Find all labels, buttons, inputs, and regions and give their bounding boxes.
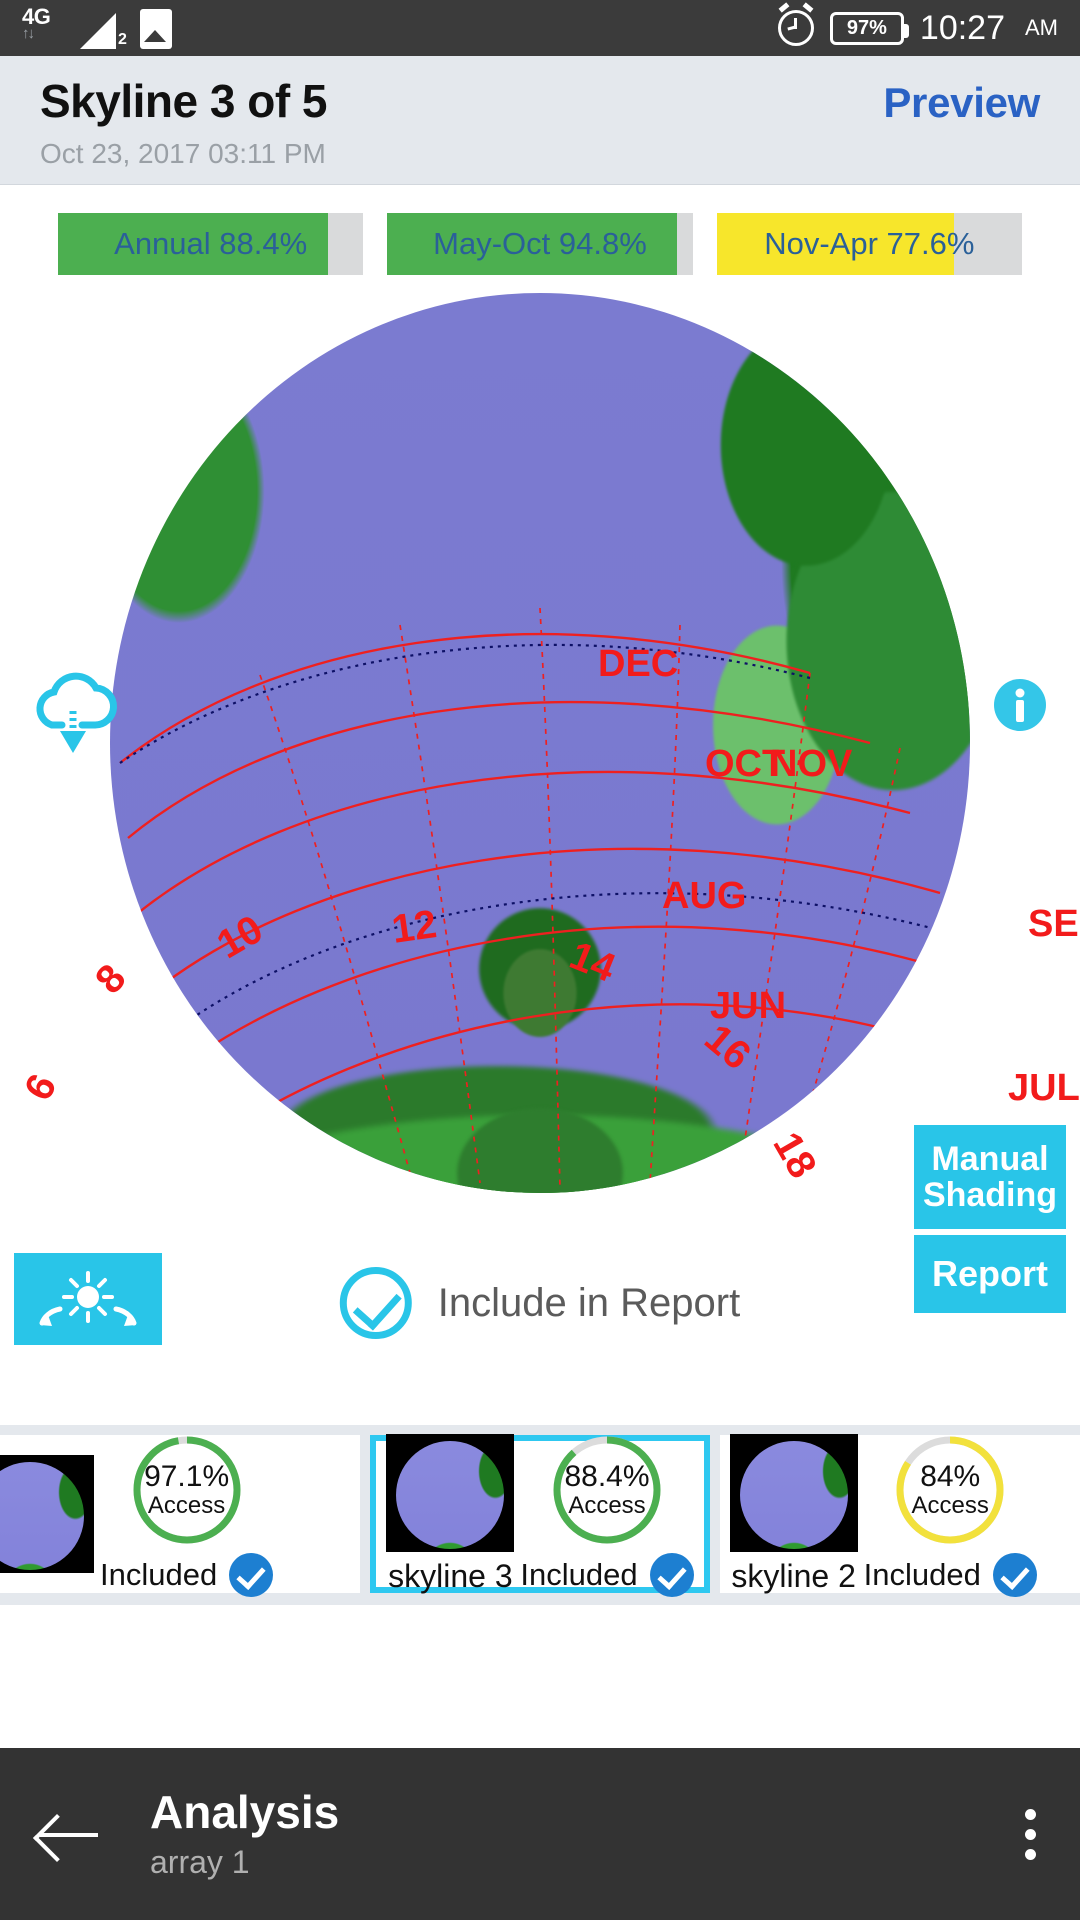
- manual-shading-label-line1: Manual: [931, 1139, 1049, 1178]
- manual-shading-button[interactable]: Manual Shading: [914, 1125, 1066, 1229]
- sun-rotate-icon: [39, 1271, 137, 1326]
- report-button[interactable]: Report: [914, 1235, 1066, 1313]
- check-circle-icon: [339, 1267, 412, 1339]
- skyline-name: skyline 2: [731, 1557, 856, 1594]
- included-label: Included: [520, 1557, 638, 1592]
- access-caption: Access: [568, 1492, 646, 1519]
- sun-rotate-button[interactable]: [14, 1253, 162, 1345]
- skyline-card-1[interactable]: 97.1% Access Included: [0, 1435, 361, 1597]
- thumbnail-globe: [0, 1462, 84, 1571]
- header-row: Skyline 3 of 5 Preview: [40, 74, 1040, 128]
- skyline-card-3[interactable]: skyline 2 84% Access Included: [719, 1433, 1080, 1597]
- signal-strength-icon: 2: [80, 9, 127, 49]
- access-ring-value: 88.4% Access: [548, 1431, 666, 1549]
- preview-button[interactable]: Preview: [883, 79, 1040, 127]
- sunpath-month-label-dec: DEC: [598, 643, 679, 685]
- viewer-action-buttons: Manual Shading Report: [914, 1125, 1066, 1313]
- access-ring: 84% Access: [891, 1431, 1009, 1549]
- annual-access-bar-label: Annual 88.4%: [114, 226, 308, 261]
- info-icon[interactable]: [992, 677, 1048, 738]
- bottom-bar-titles: Analysis array 1: [150, 1787, 339, 1881]
- access-caption: Access: [147, 1492, 226, 1519]
- skyline-card-thumb-column: skyline 2: [729, 1433, 858, 1595]
- skyline-thumbnail[interactable]: [0, 1455, 94, 1573]
- included-check-icon: [229, 1553, 274, 1597]
- sim-slot-label: 2: [118, 31, 127, 48]
- back-arrow-icon[interactable]: [34, 1799, 104, 1869]
- annual-access-bar[interactable]: Annual 88.4%: [58, 213, 364, 275]
- status-bar-right: 97% 10:27 AM: [777, 2, 1058, 48]
- network-type-label: 4G: [22, 4, 51, 29]
- included-toggle[interactable]: Included: [520, 1553, 694, 1597]
- access-ring-value: 84% Access: [891, 1431, 1009, 1549]
- included-check-icon: [649, 1553, 694, 1597]
- include-in-report-label: Include in Report: [437, 1280, 741, 1325]
- sunpath-month-label-jul: JUL: [1008, 1067, 1080, 1109]
- access-ring: 88.4% Access: [548, 1431, 666, 1549]
- may-oct-access-bar-label: May-Oct 94.8%: [433, 226, 647, 261]
- sunpath-viewer[interactable]: DEC NOV OCT SEP AUG JUL JUN 6 8 10 12 14…: [0, 285, 1080, 1245]
- included-toggle[interactable]: Included: [864, 1553, 1037, 1597]
- access-ring: 97.1% Access: [128, 1431, 246, 1549]
- skyline-card-thumb-column: skyline 3: [386, 1433, 515, 1595]
- included-label: Included: [100, 1557, 218, 1592]
- included-toggle[interactable]: Included: [100, 1553, 274, 1597]
- page-header: Skyline 3 of 5 Preview Oct 23, 2017 03:1…: [0, 56, 1080, 185]
- status-bar: 4G ↑↓ 2 97% 10:27 AM: [0, 0, 1080, 56]
- skyline-thumbnail[interactable]: [386, 1433, 515, 1552]
- may-oct-access-bar[interactable]: May-Oct 94.8%: [387, 213, 693, 275]
- status-bar-left: 4G ↑↓ 2: [22, 4, 172, 49]
- nov-apr-access-bar-label: Nov-Apr 77.6%: [764, 226, 975, 261]
- viewer-controls: Include in Report Manual Shading Report: [0, 1125, 1080, 1425]
- nov-apr-access-bar[interactable]: Nov-Apr 77.6%: [716, 213, 1022, 275]
- skyline-thumbnail[interactable]: [729, 1433, 858, 1552]
- network-type-icon: 4G ↑↓: [22, 4, 66, 49]
- access-percent: 88.4%: [564, 1460, 650, 1493]
- clock-ampm: AM: [1025, 15, 1058, 40]
- page-timestamp: Oct 23, 2017 03:11 PM: [40, 138, 326, 169]
- access-caption: Access: [911, 1492, 989, 1519]
- data-transfer-arrows-icon: ↑↓: [22, 25, 35, 42]
- sunpath-hour-label-6: 6: [16, 1067, 66, 1108]
- access-percent: 84%: [920, 1460, 981, 1493]
- included-check-icon: [992, 1553, 1037, 1597]
- skyline-card-body: 88.4% Access Included: [520, 1431, 694, 1597]
- skyline-card-body: 84% Access Included: [864, 1431, 1037, 1597]
- bottom-bar-title: Analysis: [150, 1786, 340, 1839]
- battery-indicator: 97%: [829, 11, 909, 45]
- skyline-name: skyline 3: [388, 1557, 513, 1594]
- sunpath-month-label-aug: AUG: [662, 875, 747, 917]
- manual-shading-label-line2: Shading: [922, 1176, 1058, 1214]
- thumbnail-globe: [739, 1440, 848, 1549]
- signal-bars-icon: [80, 13, 116, 49]
- skyline-thumbnail-strip[interactable]: 97.1% Access Included skyline 3 88.4% Ac…: [0, 1425, 1080, 1605]
- bottom-bar-subtitle: array 1: [150, 1843, 250, 1880]
- image-icon: [140, 9, 172, 49]
- thumbnail-globe: [396, 1440, 505, 1549]
- cloud-download-icon[interactable]: [26, 667, 122, 762]
- sunpath-month-label-sep: SEP: [1028, 903, 1080, 945]
- access-ring-value: 97.1% Access: [128, 1431, 246, 1549]
- clock-time: 10:27: [919, 8, 1005, 47]
- included-label: Included: [863, 1557, 981, 1592]
- sunpath-hour-label-12: 12: [389, 902, 440, 952]
- sunpath-month-label-oct: OCT: [705, 743, 786, 785]
- skyline-card-2-selected[interactable]: skyline 3 88.4% Access Included: [370, 1433, 710, 1597]
- alarm-icon: [777, 2, 814, 46]
- access-summary-bars: Annual 88.4% May-Oct 94.8% Nov-Apr 77.6%: [0, 185, 1080, 285]
- skyline-card-body: 97.1% Access Included: [100, 1431, 274, 1597]
- more-vertical-icon[interactable]: [1015, 1799, 1046, 1870]
- page-title: Skyline 3 of 5: [40, 75, 328, 127]
- include-in-report-toggle[interactable]: Include in Report: [339, 1267, 741, 1339]
- bottom-app-bar: Analysis array 1: [0, 1748, 1080, 1920]
- access-percent: 97.1%: [144, 1460, 230, 1493]
